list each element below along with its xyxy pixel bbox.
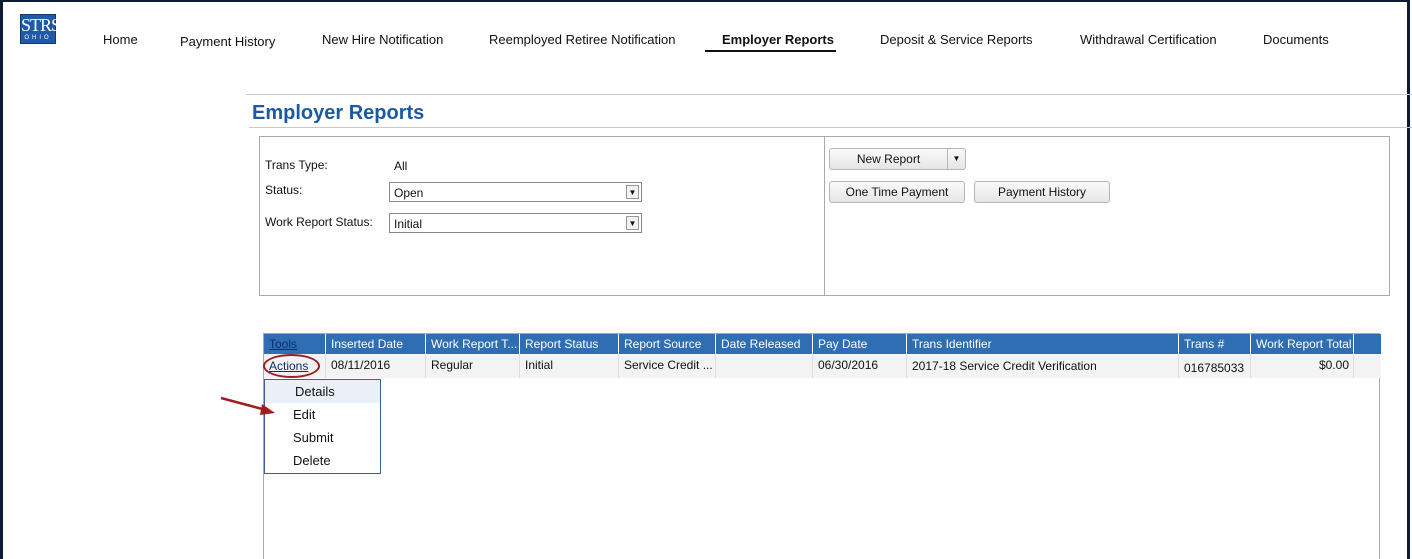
menu-item-details[interactable]: Details	[265, 380, 380, 403]
filter-panel: Trans Type: All Status: Open ▼ Work Repo…	[259, 136, 825, 296]
header-divider	[246, 94, 1412, 95]
new-report-label: New Report	[856, 152, 921, 166]
payment-history-button[interactable]: Payment History	[974, 181, 1110, 203]
cell-report-status: Initial	[520, 354, 619, 378]
nav-reemployed-retiree-notification[interactable]: Reemployed Retiree Notification	[489, 32, 675, 47]
trans-type-label: Trans Type:	[265, 158, 328, 172]
col-work-report-total[interactable]: Work Report Total	[1251, 334, 1354, 354]
col-pay-date[interactable]: Pay Date	[813, 334, 907, 354]
actions-panel: New Report ▼ One Time Payment Payment Hi…	[825, 136, 1390, 296]
col-trans-identifier[interactable]: Trans Identifier	[907, 334, 1179, 354]
trans-type-value: All	[394, 159, 408, 173]
work-report-status-select-value: Initial	[394, 217, 423, 231]
menu-item-edit[interactable]: Edit	[265, 403, 380, 426]
col-tools[interactable]: Tools	[264, 334, 326, 354]
work-report-status-select[interactable]: Initial ▼	[389, 213, 642, 233]
cell-trans-number: 016785033	[1179, 354, 1251, 378]
nav-payment-history[interactable]: Payment History	[180, 34, 275, 49]
new-report-button[interactable]: New Report ▼	[829, 148, 966, 170]
annotation-arrow-icon	[220, 396, 275, 415]
chevron-down-icon: ▼	[626, 185, 639, 199]
employer-reports-grid: Tools Inserted Date Work Report T... Rep…	[263, 333, 1381, 559]
menu-item-submit[interactable]: Submit	[265, 426, 380, 449]
cell-work-report-type: Regular	[426, 354, 520, 378]
nav-home[interactable]: Home	[103, 32, 138, 47]
cell-date-released	[716, 354, 813, 378]
status-select[interactable]: Open ▼	[389, 182, 642, 202]
menu-item-delete[interactable]: Delete	[265, 449, 380, 472]
work-report-status-label: Work Report Status:	[265, 215, 373, 229]
col-inserted-date[interactable]: Inserted Date	[326, 334, 426, 354]
col-date-released[interactable]: Date Released	[716, 334, 813, 354]
nav-withdrawal-certification[interactable]: Withdrawal Certification	[1080, 32, 1217, 47]
nav-deposit-service-reports[interactable]: Deposit & Service Reports	[880, 32, 1032, 47]
cell-report-source: Service Credit ...	[619, 354, 716, 378]
nav-documents[interactable]: Documents	[1263, 32, 1329, 47]
actions-context-menu: Details Edit Submit Delete	[264, 379, 381, 474]
chevron-down-icon[interactable]: ▼	[947, 149, 965, 169]
cell-trans-identifier: 2017-18 Service Credit Verification	[907, 354, 1179, 378]
grid-header-row: Tools Inserted Date Work Report T... Rep…	[264, 334, 1381, 354]
top-navigation: Home Payment History New Hire Notificati…	[0, 32, 1412, 52]
chevron-down-icon: ▼	[626, 216, 639, 230]
col-report-source[interactable]: Report Source	[619, 334, 716, 354]
annotation-circle	[263, 354, 320, 378]
status-label: Status:	[265, 183, 303, 197]
cell-work-report-total: $0.00	[1251, 354, 1354, 378]
table-row[interactable]: Actions 08/11/2016 Regular Initial Servi…	[264, 354, 1381, 378]
cell-inserted-date: 08/11/2016	[326, 354, 426, 378]
nav-employer-reports[interactable]: Employer Reports	[705, 32, 836, 52]
title-divider	[249, 127, 1412, 128]
col-report-status[interactable]: Report Status	[520, 334, 619, 354]
col-work-report-type[interactable]: Work Report T...	[426, 334, 520, 354]
nav-new-hire-notification[interactable]: New Hire Notification	[322, 32, 443, 47]
page-title: Employer Reports	[252, 102, 425, 124]
status-select-value: Open	[394, 186, 424, 200]
cell-pay-date: 06/30/2016	[813, 354, 907, 378]
col-trans-number[interactable]: Trans #	[1179, 334, 1251, 354]
one-time-payment-button[interactable]: One Time Payment	[829, 181, 965, 203]
